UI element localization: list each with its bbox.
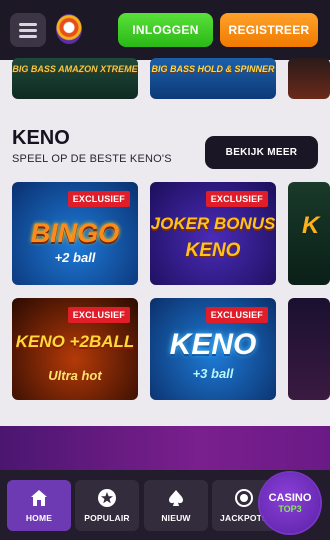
promo-band <box>0 426 330 476</box>
exclusive-badge: EXCLUSIEF <box>205 307 268 323</box>
view-more-button[interactable]: BEKIJK MEER <box>205 136 318 169</box>
exclusive-badge: EXCLUSIEF <box>205 191 268 207</box>
badge-line1: CASINO <box>268 492 312 504</box>
nav-new[interactable]: NIEUW <box>144 480 208 531</box>
section-title: KENO <box>12 127 70 149</box>
section-subtitle: SPEEL OP DE BESTE KENO'S <box>12 153 172 165</box>
login-button[interactable]: INLOGGEN <box>118 13 213 47</box>
exclusive-badge: EXCLUSIEF <box>67 191 130 207</box>
game-subtitle: KENO <box>185 240 241 261</box>
game-tile-keno-2ball[interactable]: EXCLUSIEF KENO +2BALL Ultra hot <box>12 298 138 400</box>
game-tile[interactable]: BIG BASS HOLD & SPINNER <box>150 58 276 99</box>
game-tile-keno-3ball[interactable]: EXCLUSIEF KENO +3 ball <box>150 298 276 400</box>
nav-home[interactable]: HOME <box>7 480 71 531</box>
site-logo[interactable] <box>56 14 82 44</box>
hamburger-icon-line <box>19 29 37 32</box>
nav-label: JACKPOTS <box>220 513 268 523</box>
game-title: BIG BASS AMAZON XTREME <box>12 64 138 74</box>
register-button[interactable]: REGISTREER <box>220 13 318 47</box>
hamburger-icon-line <box>19 35 37 38</box>
game-title: K <box>302 212 320 239</box>
nav-popular[interactable]: POPULAIR <box>75 480 139 531</box>
game-tile-joker-bonus-keno[interactable]: EXCLUSIEF JOKER BONUS KENO <box>150 182 276 285</box>
game-tile-bingo[interactable]: EXCLUSIEF BINGO +2 ball <box>12 182 138 285</box>
nav-label: NIEUW <box>161 513 191 523</box>
nav-label: POPULAIR <box>84 513 130 523</box>
game-tile[interactable]: BIG BASS AMAZON XTREME <box>12 58 138 99</box>
menu-button[interactable] <box>10 13 46 47</box>
badge-line2: TOP3 <box>278 504 302 514</box>
game-subtitle: +3 ball <box>192 366 234 381</box>
game-subtitle: +2 ball <box>54 250 96 265</box>
game-title: KENO <box>169 328 257 361</box>
top-bar: INLOGGEN REGISTREER <box>0 0 330 60</box>
home-icon <box>28 487 50 509</box>
game-title: BINGO <box>30 218 120 248</box>
nav-label: HOME <box>25 513 53 523</box>
game-title: JOKER BONUS <box>150 214 276 233</box>
coins-icon <box>233 487 255 509</box>
game-tile[interactable]: K <box>288 182 330 285</box>
game-tile[interactable] <box>288 58 330 99</box>
game-title: BIG BASS HOLD & SPINNER <box>151 64 275 74</box>
game-title: KENO +2BALL <box>15 332 135 351</box>
casinotop3-badge[interactable]: CASINO TOP3 <box>260 473 320 533</box>
star-icon <box>96 487 118 509</box>
game-subtitle: Ultra hot <box>48 368 102 383</box>
game-tile[interactable] <box>288 298 330 400</box>
spade-icon <box>165 487 187 509</box>
exclusive-badge: EXCLUSIEF <box>67 307 130 323</box>
hamburger-icon <box>19 23 37 26</box>
